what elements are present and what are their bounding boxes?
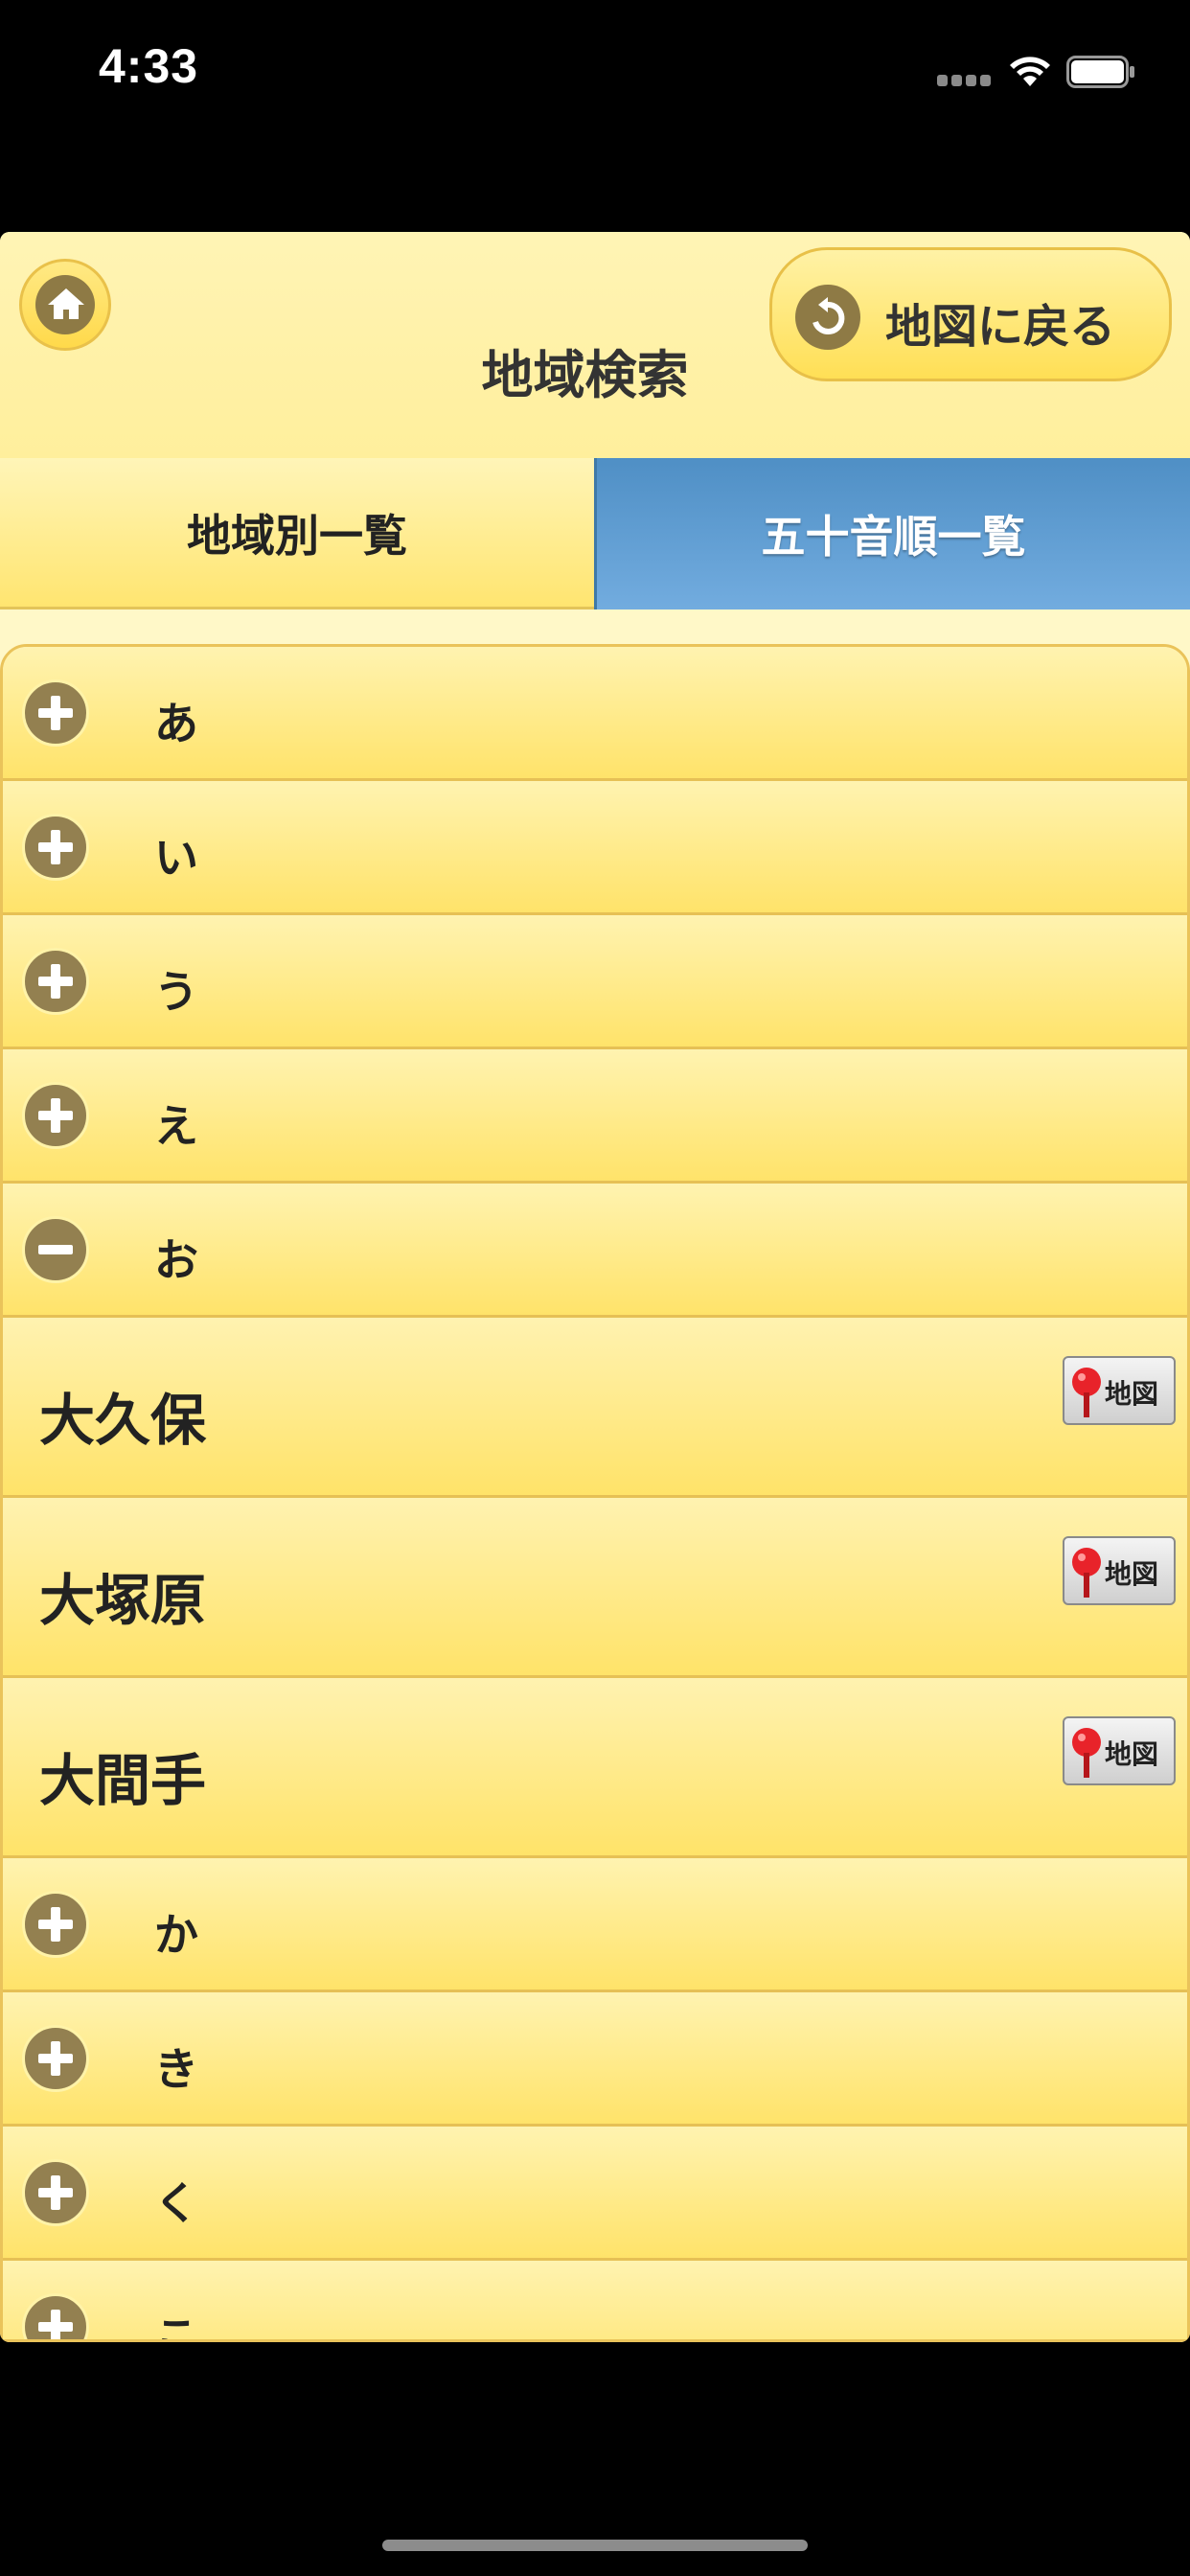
cellular-signal-icon (937, 75, 993, 86)
kana-label: い (154, 832, 198, 884)
kana-row-ku[interactable]: く (3, 2127, 1187, 2261)
map-pin-icon (1072, 1728, 1101, 1778)
kana-label: え (154, 1100, 198, 1152)
back-to-map-label: 地図に戻る (885, 300, 1116, 354)
kana-row-e[interactable]: え (3, 1049, 1187, 1184)
kana-label: う (154, 966, 198, 1018)
map-button-label: 地図 (1105, 1738, 1159, 1770)
tab-bar: 地域別一覧 五十音順一覧 (0, 458, 1190, 611)
place-row-okubo[interactable]: 大久保 地図 (3, 1318, 1187, 1498)
map-pin-icon (1072, 1368, 1101, 1417)
map-button[interactable]: 地図 (1063, 1536, 1176, 1605)
plus-icon (22, 2293, 89, 2339)
kana-row-ko[interactable]: こ (3, 2261, 1187, 2342)
kana-row-ki[interactable]: き (3, 1992, 1187, 2127)
kana-label: あ (154, 698, 198, 749)
kana-row-a[interactable]: あ (3, 647, 1187, 781)
header-bar: 地域検索 地図に戻る (0, 232, 1190, 460)
home-indicator[interactable] (382, 2540, 808, 2551)
plus-icon (22, 1082, 89, 1149)
status-bar: 4:33 (0, 0, 1190, 144)
battery-icon (1066, 56, 1134, 88)
kana-row-o[interactable]: お (3, 1184, 1187, 1318)
map-button[interactable]: 地図 (1063, 1716, 1176, 1785)
home-icon (48, 288, 84, 319)
back-to-map-button[interactable]: 地図に戻る (769, 247, 1172, 381)
map-pin-icon (1072, 1548, 1101, 1598)
plus-icon (22, 2025, 89, 2092)
kana-row-i[interactable]: い (3, 781, 1187, 915)
kana-row-ka[interactable]: か (3, 1858, 1187, 1992)
back-arrow-icon (795, 285, 860, 350)
plus-icon (22, 679, 89, 747)
kana-label: お (154, 1234, 198, 1286)
minus-icon (22, 1216, 89, 1283)
tab-by-kana[interactable]: 五十音順一覧 (594, 458, 1190, 610)
plus-icon (22, 814, 89, 881)
map-button[interactable]: 地図 (1063, 1356, 1176, 1425)
kana-label: こ (154, 2312, 198, 2342)
place-row-omate[interactable]: 大間手 地図 (3, 1678, 1187, 1858)
map-button-label: 地図 (1105, 1378, 1159, 1410)
place-name: 大塚原 (39, 1568, 207, 1633)
kana-label: く (154, 2177, 198, 2229)
wifi-icon (1010, 57, 1050, 86)
tab-by-area[interactable]: 地域別一覧 (0, 458, 594, 610)
place-name: 大久保 (39, 1388, 207, 1453)
app-window: 地域検索 地図に戻る 地域別一覧 五十音順一覧 あ い う え お 大久保 地図… (0, 232, 1190, 2342)
place-row-otsukahara[interactable]: 大塚原 地図 (3, 1498, 1187, 1678)
kana-row-u[interactable]: う (3, 915, 1187, 1049)
map-button-label: 地図 (1105, 1558, 1159, 1590)
kana-label: き (154, 2043, 198, 2095)
plus-icon (22, 948, 89, 1015)
kana-label: か (154, 1909, 198, 1961)
status-time: 4:33 (99, 39, 199, 93)
kana-list: あ い う え お 大久保 地図 大塚原 地図 大間手 地図 か き く こ (0, 644, 1190, 2342)
plus-icon (22, 1891, 89, 1958)
plus-icon (22, 2159, 89, 2226)
place-name: 大間手 (39, 1748, 207, 1813)
